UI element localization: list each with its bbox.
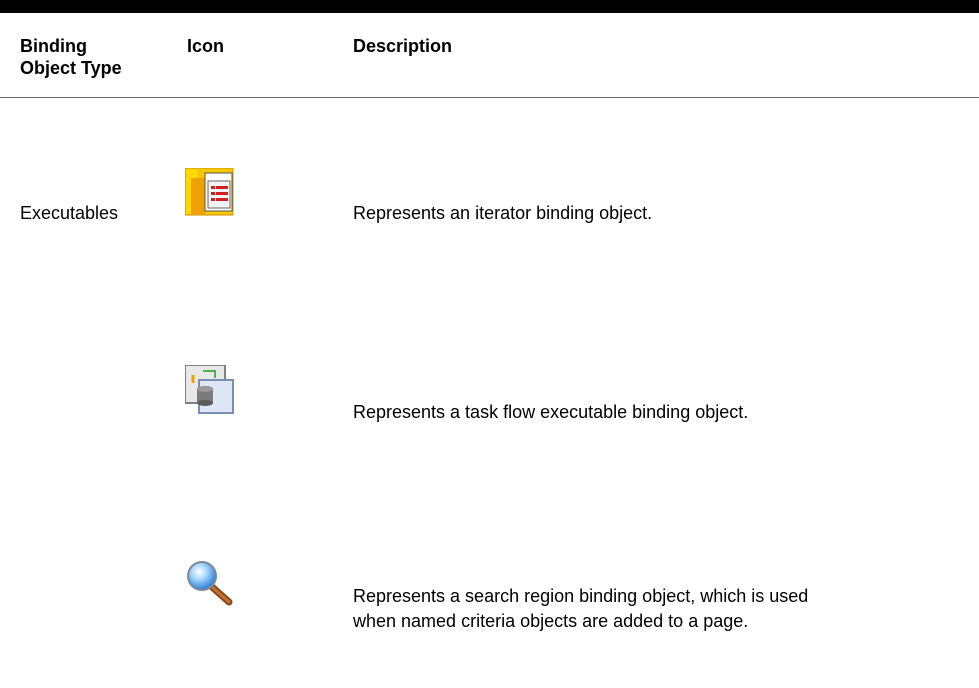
search-region-binding-icon <box>185 560 235 606</box>
row-description-line1: Represents a search region binding objec… <box>353 586 809 606</box>
top-rule <box>0 0 979 13</box>
table-row: Represents a search region binding objec… <box>0 560 979 670</box>
iterator-binding-icon <box>185 168 235 216</box>
row-description: Represents an iterator binding object. <box>353 203 653 223</box>
header-icon: Icon <box>187 36 225 56</box>
header-type-line2: Object Type <box>20 58 122 78</box>
header-binding-object-type: Binding Object Type <box>20 35 160 79</box>
row-description: Represents a task flow executable bindin… <box>353 402 749 422</box>
header-type-line1: Binding <box>20 36 87 56</box>
task-flow-binding-icon <box>185 365 235 414</box>
row-description: Represents a search region binding objec… <box>353 584 943 634</box>
table-row: Represents a task flow executable bindin… <box>0 362 979 462</box>
table-header: Binding Object Type Icon Description <box>0 13 979 98</box>
row-description-line2: when named criteria objects are added to… <box>353 611 749 631</box>
table-row: Executables Represents an iterator bindi… <box>0 163 979 263</box>
header-description: Description <box>353 36 453 56</box>
row-type: Executables <box>20 203 119 223</box>
